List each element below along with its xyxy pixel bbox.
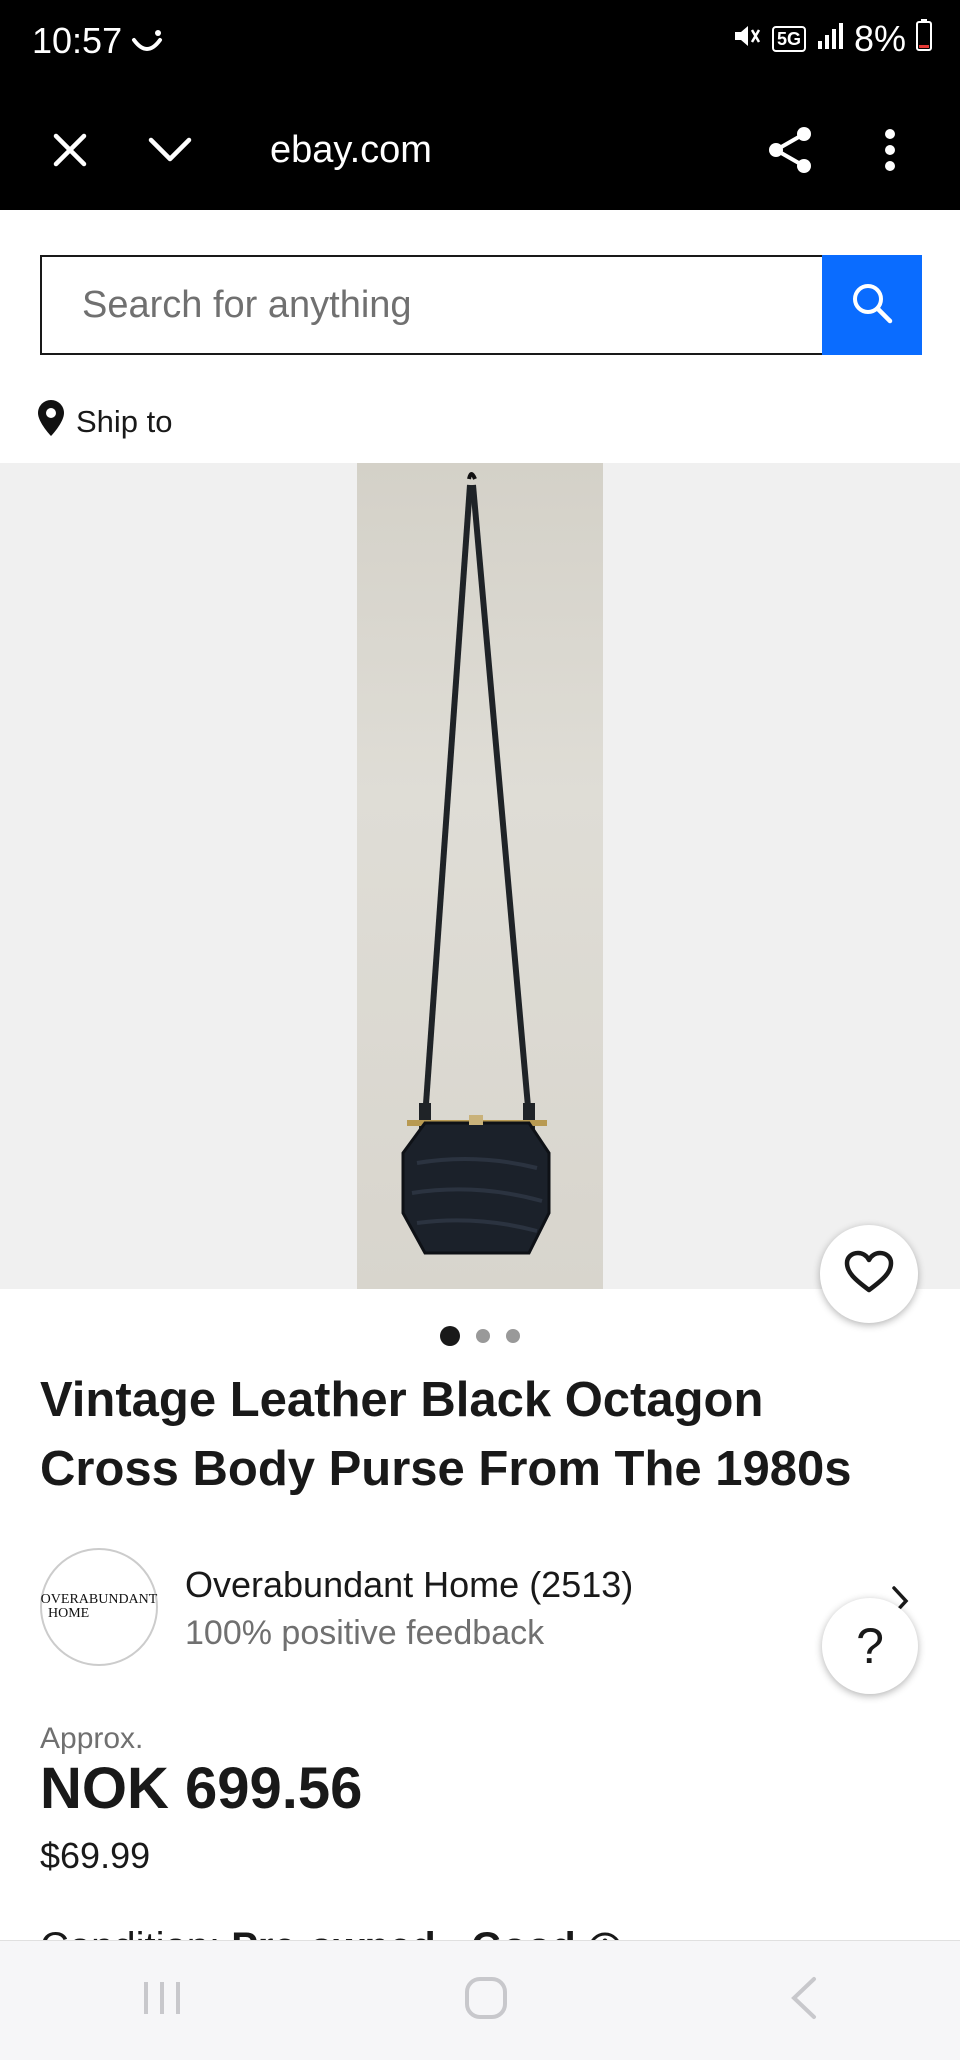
seller-logo-text-line2: HOME: [48, 1606, 90, 1621]
help-button[interactable]: ?: [822, 1598, 918, 1694]
system-nav-bar: [0, 1940, 960, 2060]
location-pin-icon: [36, 398, 66, 446]
price-usd: $69.99: [40, 1835, 151, 1876]
gallery-pagination: [0, 1326, 960, 1346]
ship-to-link[interactable]: Ship to: [36, 398, 173, 446]
price-local: NOK 699.56: [40, 1756, 363, 1821]
home-icon[interactable]: [463, 1975, 509, 2026]
recent-apps-icon[interactable]: [140, 1978, 184, 2023]
seller-logo-text-line1: OVERABUNDANT: [40, 1592, 158, 1607]
seller-name: Overabundant Home (2513): [185, 1564, 634, 1605]
close-icon[interactable]: [40, 90, 100, 210]
share-icon[interactable]: [760, 90, 820, 210]
mute-icon: [732, 18, 762, 60]
chevron-down-icon[interactable]: [140, 90, 200, 210]
back-icon[interactable]: [788, 1975, 820, 2026]
more-options-icon[interactable]: [860, 90, 920, 210]
heart-icon: [844, 1250, 894, 1299]
network-type-icon: 5G: [771, 26, 806, 52]
ship-to-label: Ship to: [76, 404, 173, 439]
status-indicators: 5G 8%: [732, 18, 932, 60]
search-input[interactable]: [40, 255, 822, 355]
gallery-dot[interactable]: [476, 1329, 490, 1343]
listing-title: Vintage Leather Black Octagon Cross Body…: [40, 1373, 852, 1496]
search-icon: [850, 281, 894, 330]
gallery-dot[interactable]: [506, 1329, 520, 1343]
search-bar: [40, 255, 922, 355]
seller-avatar: OVERABUNDANT HOME: [40, 1548, 158, 1666]
status-time: 10:57: [32, 20, 123, 61]
battery-icon: [916, 18, 932, 60]
url-text[interactable]: ebay.com: [270, 90, 432, 210]
approx-label: Approx.: [40, 1722, 144, 1755]
browser-bar: ebay.com: [0, 90, 960, 210]
battery-percent: 8%: [853, 18, 906, 59]
seller-feedback: 100% positive feedback: [185, 1614, 545, 1652]
seller-info[interactable]: OVERABUNDANT HOME Overabundant Home (251…: [40, 1548, 920, 1668]
image-gallery[interactable]: [0, 463, 960, 1289]
gallery-dot-active[interactable]: [440, 1326, 460, 1346]
product-image[interactable]: [357, 463, 603, 1289]
signal-icon: [816, 18, 844, 60]
add-to-watchlist-button[interactable]: [820, 1225, 918, 1323]
status-bar: 10:57 5G 8%: [0, 0, 960, 90]
notification-icon: [130, 28, 164, 63]
search-button[interactable]: [822, 255, 922, 355]
